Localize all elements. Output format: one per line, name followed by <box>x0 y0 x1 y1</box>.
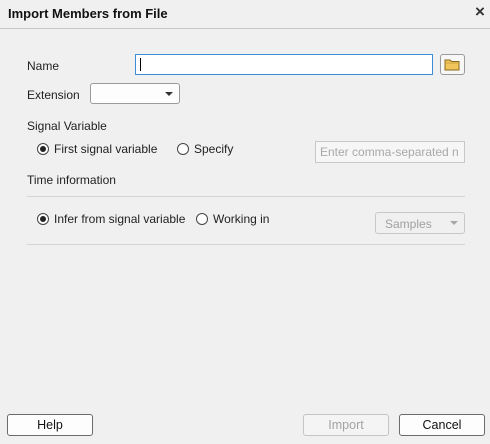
working-in-label[interactable]: Working in <box>213 212 269 226</box>
cancel-button[interactable]: Cancel <box>399 414 485 436</box>
import-button[interactable]: Import <box>303 414 389 436</box>
time-section-top-divider <box>27 196 465 197</box>
chevron-down-icon <box>450 221 458 225</box>
first-signal-variable-label[interactable]: First signal variable <box>54 142 157 156</box>
infer-from-signal-radio[interactable] <box>37 213 49 225</box>
folder-icon <box>444 59 460 71</box>
extension-label: Extension <box>27 88 80 102</box>
text-caret <box>140 58 141 71</box>
signal-variable-heading: Signal Variable <box>27 119 107 133</box>
time-information-heading: Time information <box>27 173 116 187</box>
name-input[interactable] <box>135 54 433 75</box>
browse-file-button[interactable] <box>440 54 465 75</box>
specify-radio[interactable] <box>177 143 189 155</box>
infer-from-signal-label[interactable]: Infer from signal variable <box>54 212 185 226</box>
time-units-selected-value: Samples <box>385 217 432 231</box>
extension-dropdown[interactable] <box>90 83 180 104</box>
time-section-bottom-divider <box>27 244 465 245</box>
specify-label[interactable]: Specify <box>194 142 233 156</box>
specify-variables-input[interactable] <box>315 141 465 163</box>
name-label: Name <box>27 59 60 73</box>
close-icon[interactable]: × <box>473 3 487 21</box>
chevron-down-icon <box>165 92 173 96</box>
first-signal-variable-radio[interactable] <box>37 143 49 155</box>
time-units-dropdown[interactable]: Samples <box>375 212 465 234</box>
dialog-title: Import Members from File <box>8 6 168 21</box>
help-button[interactable]: Help <box>7 414 93 436</box>
working-in-radio[interactable] <box>196 213 208 225</box>
